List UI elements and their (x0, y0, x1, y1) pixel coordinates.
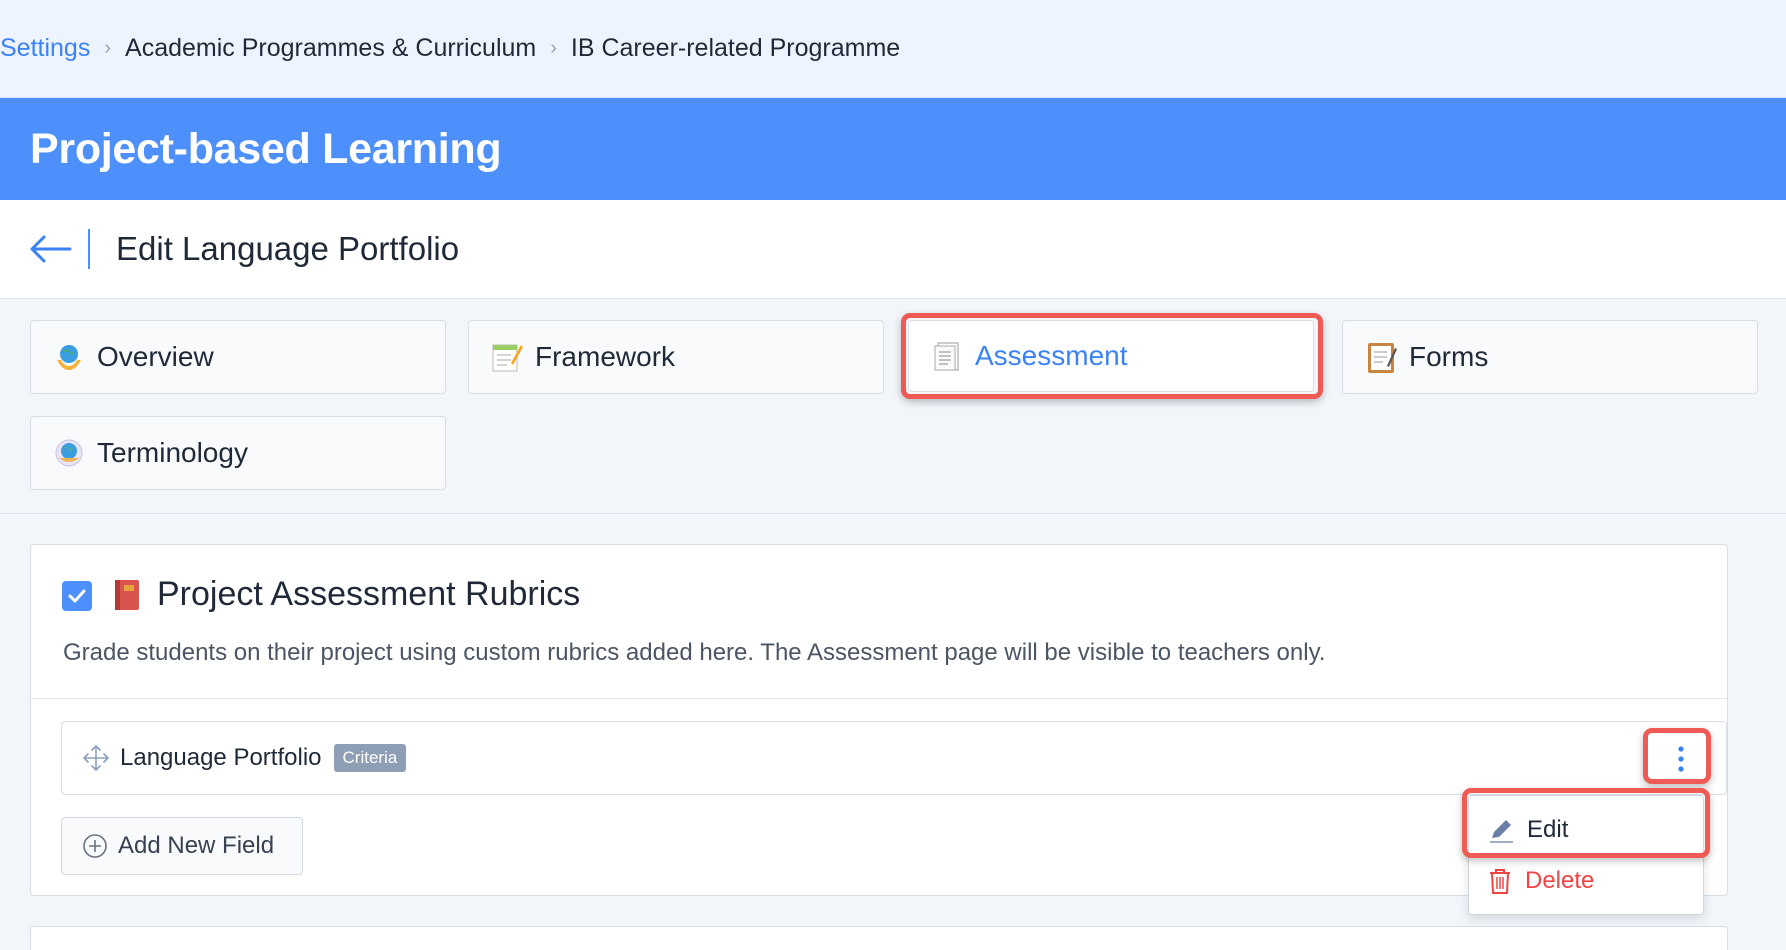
field-name: Language Portfolio (120, 744, 322, 771)
chevron-right-icon: › (550, 37, 557, 59)
breadcrumb: Settings › Academic Programmes & Curricu… (0, 0, 1786, 98)
plus-circle-icon (83, 834, 107, 858)
enable-checkbox[interactable] (62, 581, 92, 611)
breadcrumb-settings-link[interactable]: Settings (0, 34, 90, 63)
trash-icon (1490, 869, 1510, 894)
edit-title: Edit Language Portfolio (116, 230, 460, 267)
section-description: Grade students on their project using cu… (63, 639, 1326, 666)
page-title: Project-based Learning (30, 124, 502, 173)
tab-label: Assessment (975, 340, 1128, 371)
tab-forms[interactable]: Forms (1342, 320, 1758, 394)
rubric-field-row[interactable]: Language Portfolio Criteria (61, 721, 1727, 795)
breadcrumb-academic-programmes[interactable]: Academic Programmes & Curriculum (125, 34, 536, 63)
field-options-menu: Edit Delete (1468, 795, 1704, 915)
menu-edit[interactable]: Edit (1487, 810, 1568, 850)
page-header: Project-based Learning (0, 98, 1786, 200)
clipboard-icon (1365, 341, 1397, 373)
menu-delete-label: Delete (1525, 867, 1595, 894)
tab-label: Framework (535, 341, 676, 372)
tab-terminology[interactable]: Terminology (30, 416, 446, 490)
edit-subheader: Edit Language Portfolio (0, 200, 1786, 299)
breadcrumb-ib-career: IB Career-related Programme (570, 34, 901, 62)
back-arrow-icon[interactable] (28, 229, 74, 269)
section-title-text: Project Assessment Rubrics (157, 575, 581, 613)
drag-handle-icon[interactable] (82, 744, 110, 772)
tab-label: Terminology (97, 437, 248, 468)
tab-framework[interactable]: Framework (468, 320, 884, 394)
tab-assessment[interactable]: Assessment (908, 320, 1314, 392)
add-new-field-button[interactable]: Add New Field (61, 817, 303, 875)
pencil-icon (1490, 820, 1513, 843)
card-header: Project Assessment Rubrics Grade student… (31, 545, 1727, 699)
criteria-badge: Criteria (333, 744, 407, 772)
tab-overview[interactable]: Overview (30, 320, 446, 394)
menu-delete[interactable]: Delete (1487, 861, 1594, 901)
book-icon (115, 579, 139, 610)
globe-hands-icon (53, 341, 85, 373)
section-title: Project Assessment Rubrics (113, 575, 580, 614)
more-options-icon[interactable] (1674, 744, 1688, 774)
tab-label: Forms (1409, 341, 1489, 372)
notepad-icon (931, 340, 963, 372)
globe-icon (53, 437, 85, 469)
next-section-card (30, 926, 1728, 950)
menu-edit-label: Edit (1527, 816, 1569, 843)
memo-pencil-icon (491, 341, 523, 373)
add-new-field-label: Add New Field (118, 832, 275, 859)
chevron-right-icon: › (104, 37, 112, 59)
check-icon (68, 589, 86, 603)
tab-label: Overview (97, 341, 214, 372)
divider (88, 229, 90, 269)
